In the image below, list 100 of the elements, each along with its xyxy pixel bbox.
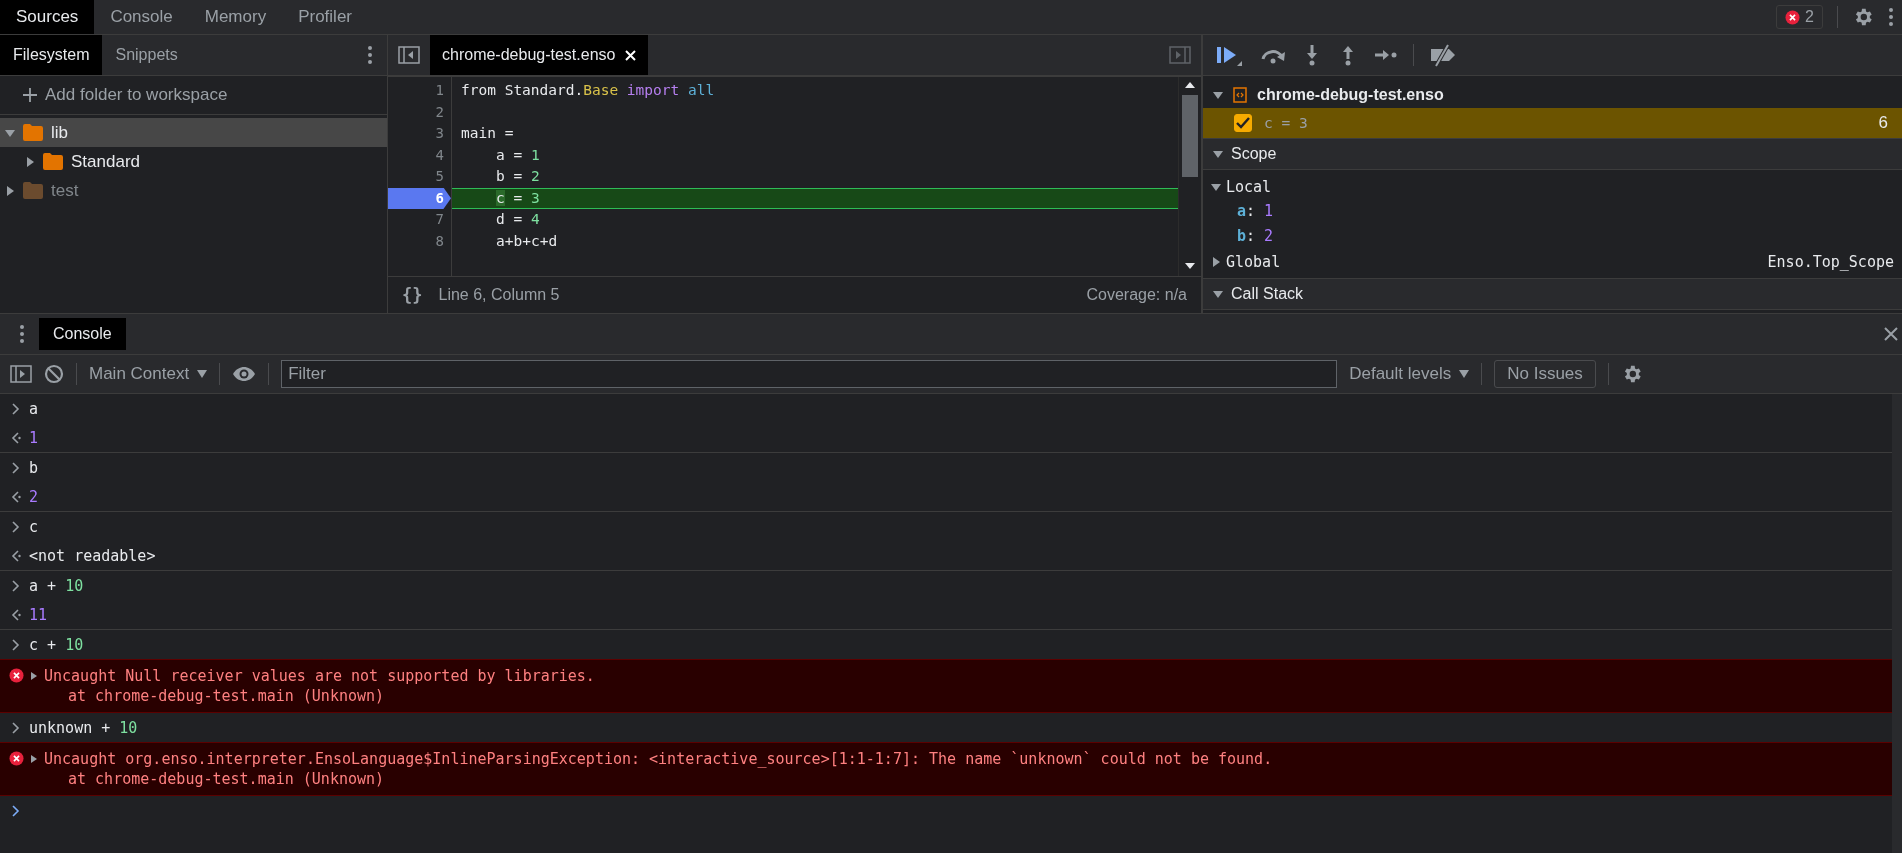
caret-icon	[197, 370, 208, 378]
code-line: c = 3	[496, 188, 540, 208]
expand-triangle-icon	[5, 185, 15, 196]
expand-triangle-icon[interactable]	[30, 754, 38, 764]
expand-triangle-icon	[1211, 256, 1221, 267]
input-chevron-icon	[11, 520, 21, 533]
file-icon	[1233, 87, 1247, 103]
issues-button[interactable]: No Issues	[1494, 360, 1596, 388]
scope-group[interactable]: Global Enso.Top_Scope	[1203, 249, 1902, 274]
clear-console-icon[interactable]	[44, 364, 64, 384]
line-number: 1	[434, 81, 445, 100]
command-text: b	[29, 458, 39, 477]
line-number: 7	[434, 210, 445, 229]
command-text: a	[29, 399, 39, 418]
navigator-tab[interactable]: Filesystem	[0, 35, 103, 75]
scroll-down-icon[interactable]	[1184, 262, 1196, 270]
line-number: 2	[434, 102, 445, 122]
stack-trace: at chrome-debug-test.main (Unknown)	[67, 769, 386, 789]
command-text: c + 10	[29, 635, 84, 654]
folder-tree-item[interactable]: lib	[0, 118, 387, 147]
add-folder-button[interactable]: Add folder to workspace	[0, 76, 387, 115]
console-result: 11	[29, 605, 48, 624]
caret-icon	[1459, 370, 1470, 378]
folder-tree-item[interactable]: test	[0, 176, 387, 205]
error-count-button[interactable]: 2	[1776, 5, 1823, 29]
context-dropdown[interactable]: Main Context	[89, 364, 208, 384]
toggle-navigator-icon[interactable]	[398, 46, 420, 64]
panel-tab[interactable]: Profiler	[282, 0, 368, 34]
toggle-debugger-icon[interactable]	[1169, 46, 1191, 64]
more-options-icon[interactable]	[19, 324, 25, 344]
scope-variable: a: 1	[1236, 201, 1275, 222]
section-header[interactable]: Call Stack	[1203, 278, 1902, 310]
cursor-position: Line 6, Column 5	[438, 286, 560, 304]
section-header[interactable]: Scope	[1203, 138, 1902, 170]
expand-triangle-icon	[1213, 149, 1223, 159]
result-arrow-icon	[11, 549, 21, 562]
plus-icon	[23, 88, 37, 102]
code-line: a = 1	[496, 145, 540, 165]
folder-icon	[43, 153, 63, 170]
console-result: 1	[29, 428, 39, 447]
expand-triangle-icon	[1213, 289, 1223, 299]
checkbox[interactable]	[1234, 114, 1252, 132]
format-button[interactable]: {}	[402, 285, 423, 305]
folder-tree-item[interactable]: Standard	[0, 147, 387, 176]
code-line: b = 2	[496, 167, 540, 186]
scope-group[interactable]: Local	[1203, 174, 1902, 199]
breakpoint-line: 6	[1878, 113, 1888, 133]
command-text: c	[29, 517, 39, 536]
console-result: 2	[29, 487, 39, 506]
prompt-chevron-icon[interactable]	[11, 804, 21, 817]
drawer-tab[interactable]: Console	[39, 318, 126, 350]
error-icon	[9, 668, 24, 683]
result-arrow-icon	[11, 608, 21, 621]
navigator-tab[interactable]: Snippets	[102, 35, 191, 75]
error-message: Uncaught org.enso.interpreter.EnsoLanguage$InlineParsingException: <interactive_source>[1:1-1:7]: The name `unknown` could not be found.	[44, 749, 1273, 769]
scope-variable: b: 2	[1236, 226, 1275, 247]
expand-triangle-icon	[1213, 90, 1223, 100]
error-message: Uncaught Null receiver values are not supported by libraries.	[44, 666, 595, 686]
line-number: 3	[434, 124, 445, 143]
panel-tab[interactable]: Memory	[188, 0, 283, 34]
input-chevron-icon	[11, 721, 21, 734]
result-arrow-icon	[11, 431, 21, 444]
error-icon	[9, 751, 24, 766]
input-chevron-icon	[11, 579, 21, 592]
line-number: 5	[434, 167, 445, 186]
panel-tab[interactable]: Console	[94, 0, 189, 34]
code-line: a+b+c+d	[496, 231, 558, 251]
folder-icon	[23, 124, 43, 141]
console-result: <not readable>	[29, 546, 156, 565]
log-levels-dropdown[interactable]: Default levels	[1349, 364, 1470, 384]
coverage-status: Coverage: n/a	[1086, 286, 1187, 304]
code-line: from Standard.Base import all	[461, 81, 715, 100]
input-chevron-icon	[11, 461, 21, 474]
more-options-icon[interactable]	[367, 45, 373, 65]
line-number: 8	[434, 231, 445, 251]
eye-icon[interactable]	[232, 366, 257, 382]
stack-trace: at chrome-debug-test.main (Unknown)	[67, 686, 386, 706]
breakpoint-row[interactable]: c = 3 6	[1203, 108, 1902, 138]
scroll-up-icon[interactable]	[1184, 81, 1196, 89]
panel-tab[interactable]: Sources	[0, 0, 95, 34]
more-options-icon[interactable]	[1888, 7, 1894, 27]
expand-triangle-icon[interactable]	[30, 671, 38, 681]
input-chevron-icon	[11, 402, 21, 415]
expand-triangle-icon	[1211, 181, 1221, 192]
filter-field[interactable]: Filter	[281, 360, 1338, 388]
command-text: a + 10	[29, 576, 84, 595]
file-tab[interactable]: chrome-debug-test.enso	[430, 35, 649, 75]
folder-icon	[23, 182, 43, 199]
code-line: d = 4	[496, 210, 540, 229]
sidebar-toggle-icon[interactable]	[10, 365, 32, 383]
error-icon	[1785, 9, 1801, 25]
expand-triangle-icon	[25, 156, 35, 167]
scrollbar[interactable]	[1178, 77, 1201, 276]
breakpoint-line-number: 6	[388, 187, 451, 209]
expand-triangle-icon	[5, 127, 15, 138]
code-line: main =	[461, 124, 514, 143]
result-arrow-icon	[11, 490, 21, 503]
breakpoint-code: c = 3	[1264, 115, 1308, 131]
command-text: unknown + 10	[29, 718, 138, 737]
deactivate-breakpoints-icon[interactable]	[1428, 43, 1458, 67]
